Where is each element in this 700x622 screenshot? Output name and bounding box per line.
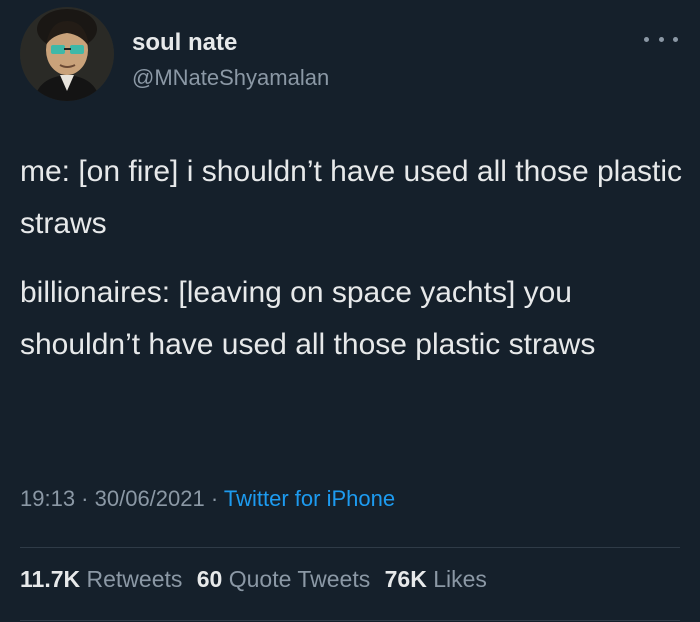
- quote-tweets-stat[interactable]: 60 Quote Tweets: [197, 566, 370, 592]
- retweets-count: 11.7K: [20, 566, 81, 592]
- tweet-date[interactable]: 30/06/2021: [95, 486, 205, 511]
- retweets-stat[interactable]: 11.7K Retweets: [20, 566, 182, 592]
- quote-tweets-label: Quote Tweets: [228, 566, 371, 592]
- tweet: soul nate @MNateShyamalan me: [on fire] …: [0, 0, 700, 622]
- likes-label: Likes: [433, 566, 487, 592]
- tweet-metadata: 19:13 · 30/06/2021 · Twitter for iPhone: [20, 486, 395, 512]
- retweets-label: Retweets: [86, 566, 183, 592]
- tweet-header: soul nate @MNateShyamalan: [20, 7, 680, 103]
- user-handle[interactable]: @MNateShyamalan: [132, 65, 329, 91]
- tweet-paragraph: me: [on fire] i shouldn’t have used all …: [20, 155, 683, 240]
- likes-count: 76K: [384, 566, 427, 592]
- tweet-text: me: [on fire] i shouldn’t have used all …: [20, 146, 685, 371]
- tweet-paragraph: billionaires: [leaving on space yachts] …: [20, 276, 596, 361]
- avatar[interactable]: [20, 7, 114, 101]
- display-name[interactable]: soul nate: [132, 29, 237, 57]
- likes-stat[interactable]: 76K Likes: [385, 566, 487, 592]
- tweet-stats: 11.7K Retweets 60 Quote Tweets 76K Likes: [20, 566, 495, 593]
- quote-tweets-count: 60: [196, 566, 223, 592]
- tweet-time[interactable]: 19:13: [20, 486, 75, 511]
- more-horizontal-icon[interactable]: [644, 31, 678, 47]
- divider: [20, 547, 680, 548]
- divider: [20, 620, 680, 621]
- tweet-source-link[interactable]: Twitter for iPhone: [224, 486, 395, 511]
- separator-dot: ·: [204, 486, 224, 511]
- separator-dot: ·: [75, 486, 95, 511]
